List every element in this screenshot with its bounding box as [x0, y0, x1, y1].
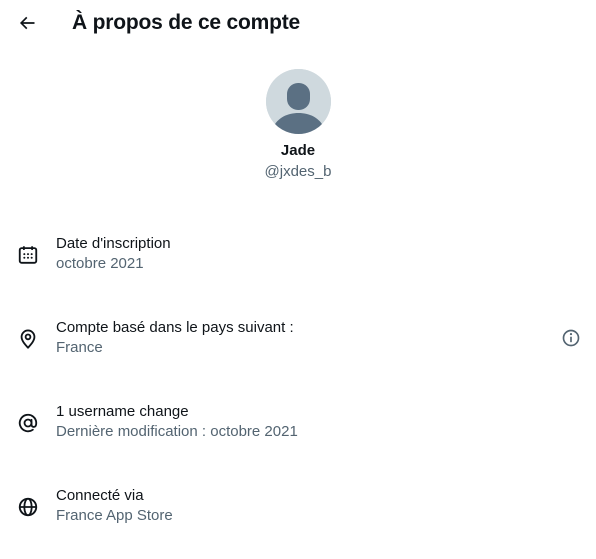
- connected-via-value: France App Store: [56, 507, 173, 524]
- default-avatar-icon: [266, 69, 331, 134]
- username-change-label: 1 username change: [56, 403, 189, 420]
- connected-via-label: Connecté via: [56, 487, 144, 504]
- page-title: À propos de ce compte: [72, 11, 301, 34]
- username-change-value: Dernière modification : octobre 2021: [56, 423, 298, 440]
- at-sign-icon: [17, 412, 39, 434]
- location-pin-icon: [17, 328, 39, 350]
- join-date-row: Date d'inscription octobre 2021: [0, 235, 596, 295]
- account-country-value: France: [56, 339, 103, 356]
- display-name: Jade: [280, 142, 316, 159]
- account-country-row: Compte basé dans le pays suivant : Franc…: [0, 319, 596, 379]
- avatar[interactable]: [266, 69, 331, 134]
- connected-via-row: Connecté via France App Store: [0, 487, 596, 547]
- calendar-icon: [17, 244, 39, 266]
- back-button[interactable]: [10, 6, 44, 40]
- arrow-left-icon: [19, 16, 35, 30]
- about-account-page: À propos de ce compte Jade @jxdes_b Date…: [0, 0, 596, 559]
- header: À propos de ce compte: [0, 0, 596, 46]
- join-date-value: octobre 2021: [56, 255, 144, 272]
- info-icon[interactable]: [561, 328, 583, 350]
- username-handle: @jxdes_b: [264, 163, 332, 180]
- account-country-label: Compte basé dans le pays suivant :: [56, 319, 294, 336]
- globe-icon: [17, 496, 39, 518]
- join-date-label: Date d'inscription: [56, 235, 171, 252]
- username-change-row: 1 username change Dernière modification …: [0, 403, 596, 463]
